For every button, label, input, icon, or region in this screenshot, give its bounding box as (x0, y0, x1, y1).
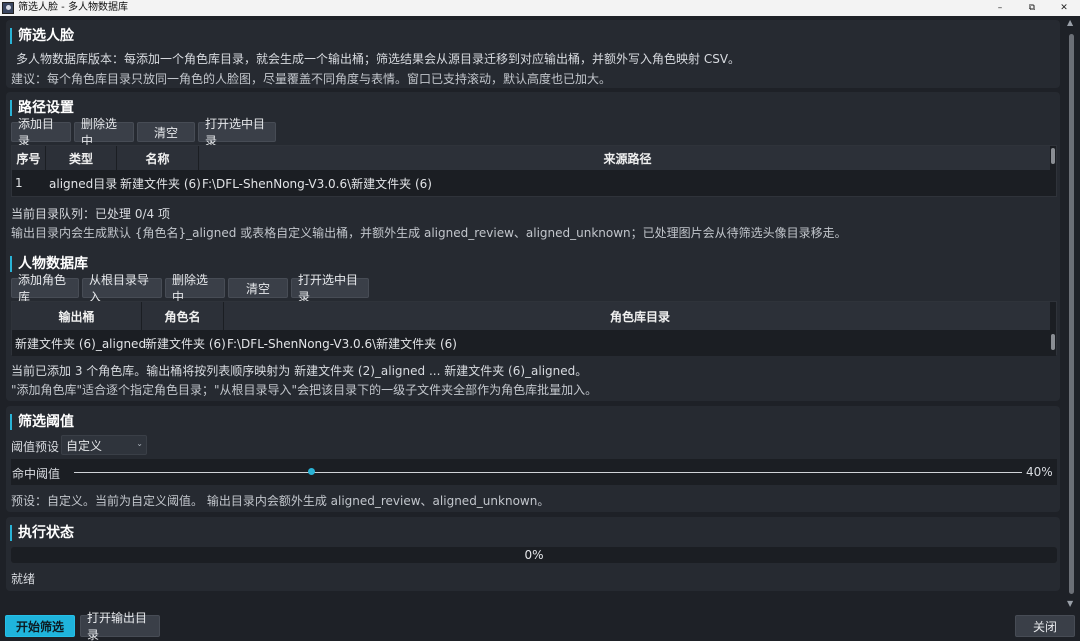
path-settings-card: 路径设置 添加目录 删除选中 清空 打开选中目录 序号 类型 名称 来源路径 1… (6, 92, 1060, 258)
execution-status-card: 执行状态 0% 就绪 (6, 517, 1060, 591)
cell-character-directory: F:\DFL-ShenNong-V3.0.6\新建文件夹 (6) (227, 336, 457, 351)
threshold-preset-select[interactable]: 自定义 ⌄ (61, 435, 147, 455)
scrollbar-thumb[interactable] (1051, 334, 1055, 350)
database-summary: 当前已添加 3 个角色库。输出桶将按列表顺序映射为 新建文件夹 (2)_alig… (11, 364, 588, 378)
character-database-title: 人物数据库 (10, 256, 88, 272)
page-scrollbar[interactable]: ▲ ▼ (1063, 16, 1080, 610)
footer-bar: 开始筛选 打开输出目录 关闭 (0, 610, 1080, 641)
close-button[interactable]: 关闭 (1015, 615, 1075, 637)
threshold-title: 筛选阈值 (10, 414, 74, 430)
table-row[interactable]: 新建文件夹 (6)_aligned 新建文件夹 (6) F:\DFL-ShenN… (12, 330, 1056, 356)
threshold-card: 筛选阈值 阈值预设 自定义 ⌄ 命中阈值 40% 预设：自定义。当前为自定义阈值… (6, 406, 1060, 512)
database-hint: "添加角色库"适合逐个指定角色目录；"从根目录导入"会把该目录下的一级子文件夹全… (11, 383, 598, 397)
hit-threshold-value: 40% (1026, 465, 1053, 479)
cell-index: 1 (15, 176, 23, 190)
close-icon[interactable]: ✕ (1048, 0, 1080, 16)
scrollbar-thumb[interactable] (1069, 34, 1074, 594)
execution-state: 就绪 (11, 572, 36, 586)
open-selected-directory-button[interactable]: 打开选中目录 (198, 117, 276, 148)
chevron-down-icon: ⌄ (136, 439, 143, 448)
queue-status: 当前目录队列：已处理 0/4 项 (11, 207, 170, 221)
open-selected-character-directory-button[interactable]: 打开选中目录 (291, 273, 369, 304)
hit-threshold-slider-handle[interactable] (308, 468, 315, 475)
column-header-source-path[interactable]: 来源路径 (199, 146, 1056, 170)
hit-threshold-slider-track[interactable] (74, 472, 1022, 473)
table-row[interactable]: 1 aligned目录 新建文件夹 (6) F:\DFL-ShenNong-V3… (12, 170, 1056, 196)
cell-character-name: 新建文件夹 (6) (145, 336, 226, 351)
intro-line-2: 建议：每个角色库目录只放同一角色的人脸图，尽量覆盖不同角度与表情。窗口已支持滚动… (11, 72, 612, 86)
open-output-directory-button[interactable]: 打开输出目录 (80, 611, 160, 641)
app-icon (2, 2, 14, 14)
window-titlebar: 筛选人脸 - 多人物数据库 – ⧉ ✕ (0, 0, 1080, 16)
scrollbar-thumb[interactable] (1051, 148, 1055, 164)
execution-status-title: 执行状态 (10, 525, 74, 541)
add-character-library-button[interactable]: 添加角色库 (11, 273, 79, 304)
delete-selected-directory-button[interactable]: 删除选中 (74, 117, 134, 148)
column-header-name[interactable]: 名称 (117, 146, 199, 170)
column-header-output-bucket[interactable]: 输出桶 (12, 302, 142, 330)
character-table-header: 输出桶 角色名 角色库目录 (12, 302, 1056, 330)
add-directory-button[interactable]: 添加目录 (11, 117, 71, 148)
scroll-content: 筛选人脸 多人物数据库版本：每添加一个角色库目录，就会生成一个输出桶；筛选结果会… (0, 16, 1062, 610)
source-path-table-scrollbar[interactable] (1050, 146, 1056, 196)
window-title: 筛选人脸 - 多人物数据库 (18, 2, 128, 13)
database-toolbar: 添加角色库 从根目录导入 删除选中 清空 打开选中目录 (11, 273, 369, 304)
intro-line-1: 多人物数据库版本：每添加一个角色库目录，就会生成一个输出桶；筛选结果会从源目录迁… (16, 52, 741, 66)
import-from-root-button[interactable]: 从根目录导入 (82, 273, 162, 304)
clear-characters-button[interactable]: 清空 (228, 278, 288, 298)
column-header-type[interactable]: 类型 (46, 146, 117, 170)
clear-directories-button[interactable]: 清空 (137, 122, 195, 142)
scroll-up-icon[interactable]: ▲ (1067, 18, 1073, 27)
threshold-preset-value: 自定义 (66, 438, 103, 453)
path-note: 输出目录内会生成默认 {角色名}_aligned 或表格自定义输出桶，并额外生成… (11, 226, 847, 240)
source-path-table: 序号 类型 名称 来源路径 1 aligned目录 新建文件夹 (6) F:\D… (11, 145, 1057, 197)
column-header-character-directory[interactable]: 角色库目录 (224, 302, 1056, 330)
cell-source-path: F:\DFL-ShenNong-V3.0.6\新建文件夹 (6) (202, 176, 432, 191)
character-table-scrollbar[interactable] (1050, 302, 1056, 354)
path-settings-title: 路径设置 (10, 100, 74, 116)
threshold-note: 预设：自定义。当前为自定义阈值。 输出目录内会额外生成 aligned_revi… (11, 494, 550, 508)
execution-progress-bar: 0% (11, 547, 1057, 563)
cell-name: 新建文件夹 (6) (120, 176, 201, 191)
scroll-down-icon[interactable]: ▼ (1067, 599, 1073, 608)
hit-threshold-row: 命中阈值 40% (11, 459, 1057, 485)
character-table: 输出桶 角色名 角色库目录 新建文件夹 (6)_aligned 新建文件夹 (6… (11, 301, 1057, 356)
column-header-character-name[interactable]: 角色名 (142, 302, 224, 330)
maximize-icon[interactable]: ⧉ (1016, 0, 1048, 16)
progress-text: 0% (524, 548, 544, 562)
minimize-icon[interactable]: – (984, 0, 1016, 16)
delete-selected-character-button[interactable]: 删除选中 (165, 273, 225, 304)
start-filter-button[interactable]: 开始筛选 (5, 615, 75, 637)
hit-threshold-label: 命中阈值 (12, 467, 61, 481)
intro-card: 筛选人脸 多人物数据库版本：每添加一个角色库目录，就会生成一个输出桶；筛选结果会… (6, 20, 1060, 88)
intro-title: 筛选人脸 (10, 28, 74, 44)
path-toolbar: 添加目录 删除选中 清空 打开选中目录 (11, 117, 276, 148)
cell-output-bucket: 新建文件夹 (6)_aligned (15, 336, 147, 351)
window-controls: – ⧉ ✕ (984, 0, 1080, 16)
source-path-table-header: 序号 类型 名称 来源路径 (12, 146, 1056, 170)
cell-type: aligned目录 (49, 176, 118, 191)
character-database-card: 人物数据库 添加角色库 从根目录导入 删除选中 清空 打开选中目录 输出桶 角色… (6, 248, 1060, 401)
column-header-index[interactable]: 序号 (12, 146, 46, 170)
threshold-preset-label: 阈值预设 (11, 440, 60, 454)
